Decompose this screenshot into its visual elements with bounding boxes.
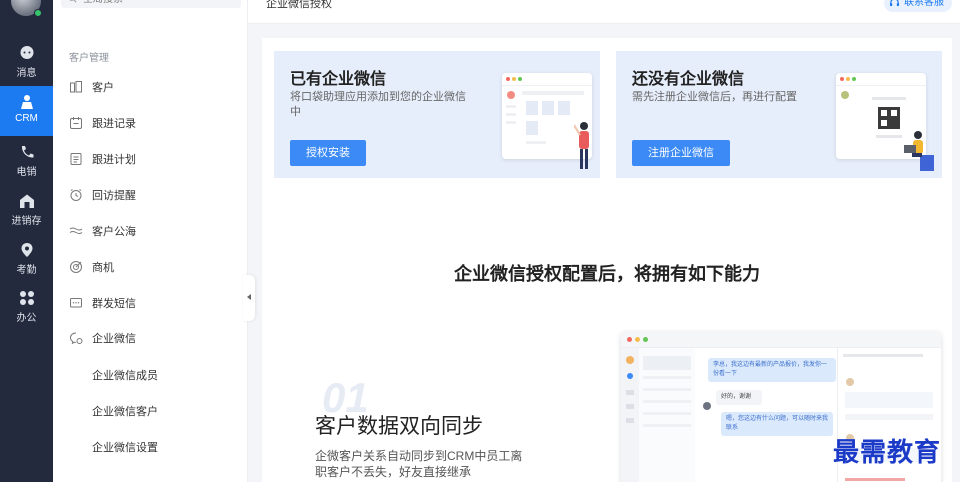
seated-person-illustration [904,131,934,171]
main-rail: 消息 CRM 电销 进销存 考勤 办公 [0,0,53,482]
nav-label: 客户 [92,82,114,94]
customer-icon [70,81,82,93]
chat-icon [20,46,33,59]
rail-label: 消息 [16,68,37,79]
sub-navigation: 客户管理 客户 跟进记录 跟进计划 回访提醒 客户公海 商机 群发短信 [53,0,248,482]
rail-label: 进销存 [11,216,42,227]
nav-item-public-pool[interactable]: 客户公海 [53,216,248,246]
nav-label: 回访提醒 [92,190,136,202]
watermark-text: 最需教育 [833,438,942,468]
card-no-wecom: 还没有企业微信 需先注册企业微信后，再进行配置 注册企业微信 [616,51,942,178]
nav-label: 客户公海 [92,226,136,238]
card-have-wecom: 已有企业微信 将口袋助理应用添加到您的企业微信中 授权安装 [274,51,600,178]
contact-support-button[interactable]: 联系客服 [884,0,952,12]
nav-label: 跟进记录 [92,118,136,130]
main-content: 已有企业微信 将口袋助理应用添加到您的企业微信中 授权安装 还没有企业微信 需先… [262,38,952,482]
nav-sub-wecom-members[interactable]: 企业微信成员 [92,367,158,383]
chevron-left-icon [246,294,251,300]
feature-title: 客户数据双向同步 [315,415,483,438]
card-desc: 需先注册企业微信后，再进行配置 [632,91,797,103]
page-title: 企业微信授权 [266,0,332,10]
register-wecom-button[interactable]: 注册企业微信 [632,140,730,166]
window-dot [643,337,648,342]
feature-description: 企微客户关系自动同步到CRM中员工离职客户不丢失，好友直接继承 [315,449,523,479]
rail-item-office[interactable]: 办公 [0,282,53,332]
chat-bubble-outgoing: 嗯，您这边有什么问题，可以随时来我联系 [721,412,833,436]
nav-item-opportunity[interactable]: 商机 [53,252,248,282]
chat-bubble-incoming: 好的，谢谢 [716,390,762,405]
preview-titlebar [621,332,941,348]
sms-icon [70,298,82,308]
nav-label: 企业微信 [92,333,136,345]
nav-item-wecom[interactable]: 企业微信 [53,323,248,353]
rail-label: CRM [15,113,38,124]
window-dot [627,337,632,342]
group-title-customer-management: 客户管理 [69,53,109,64]
rail-item-crm[interactable]: CRM [0,86,53,136]
headset-icon [889,0,900,7]
opportunity-icon [70,261,82,273]
location-icon [21,243,32,257]
wecom-icon [69,332,83,345]
warehouse-icon [19,194,34,208]
apps-icon [19,291,34,305]
nav-sub-wecom-settings[interactable]: 企业微信设置 [92,439,158,455]
collapse-sidebar-button[interactable] [243,275,255,321]
rail-label: 电销 [16,167,37,178]
nav-label: 群发短信 [92,298,136,310]
rail-item-attendance[interactable]: 考勤 [0,234,53,284]
app-window: 消息 CRM 电销 进销存 考勤 办公 客户管理 客户 [0,0,960,482]
nav-label: 商机 [92,262,114,274]
card-title: 已有企业微信 [290,71,387,88]
nav-item-customer[interactable]: 客户 [53,72,248,102]
record-icon [70,117,82,129]
search-icon [69,0,77,3]
card-title: 还没有企业微信 [632,71,745,88]
chat-bubble-outgoing: 李总，我这边有最新的产品报价，我发你一份看一下 [708,358,836,382]
phone-icon [21,146,33,158]
plan-icon [70,153,82,165]
nav-item-follow-plan[interactable]: 跟进计划 [53,144,248,174]
capabilities-headline: 企业微信授权配置后，将拥有如下能力 [454,264,760,284]
window-dot [635,337,640,342]
nav-item-revisit-reminder[interactable]: 回访提醒 [53,180,248,210]
rail-label: 考勤 [16,265,37,276]
nav-label: 跟进计划 [92,154,136,166]
top-header: 企业微信授权 联系客服 [248,0,960,24]
authorize-install-button[interactable]: 授权安装 [290,140,366,166]
card-desc: 将口袋助理应用添加到您的企业微信中 [290,91,466,118]
nav-item-follow-record[interactable]: 跟进记录 [53,108,248,138]
person-illustration [574,122,589,169]
rail-label: 办公 [16,313,37,324]
waves-icon [69,227,83,234]
rail-item-telesales[interactable]: 电销 [0,136,53,186]
rail-item-inventory[interactable]: 进销存 [0,185,53,235]
online-status-dot [34,9,42,17]
crm-icon [20,95,33,109]
nav-sub-wecom-customers[interactable]: 企业微信客户 [92,403,158,419]
rail-item-messages[interactable]: 消息 [0,37,53,87]
contact-label: 联系客服 [904,0,944,8]
global-search-input[interactable] [61,0,241,8]
nav-item-mass-sms[interactable]: 群发短信 [53,288,248,318]
alarm-icon [70,189,82,201]
